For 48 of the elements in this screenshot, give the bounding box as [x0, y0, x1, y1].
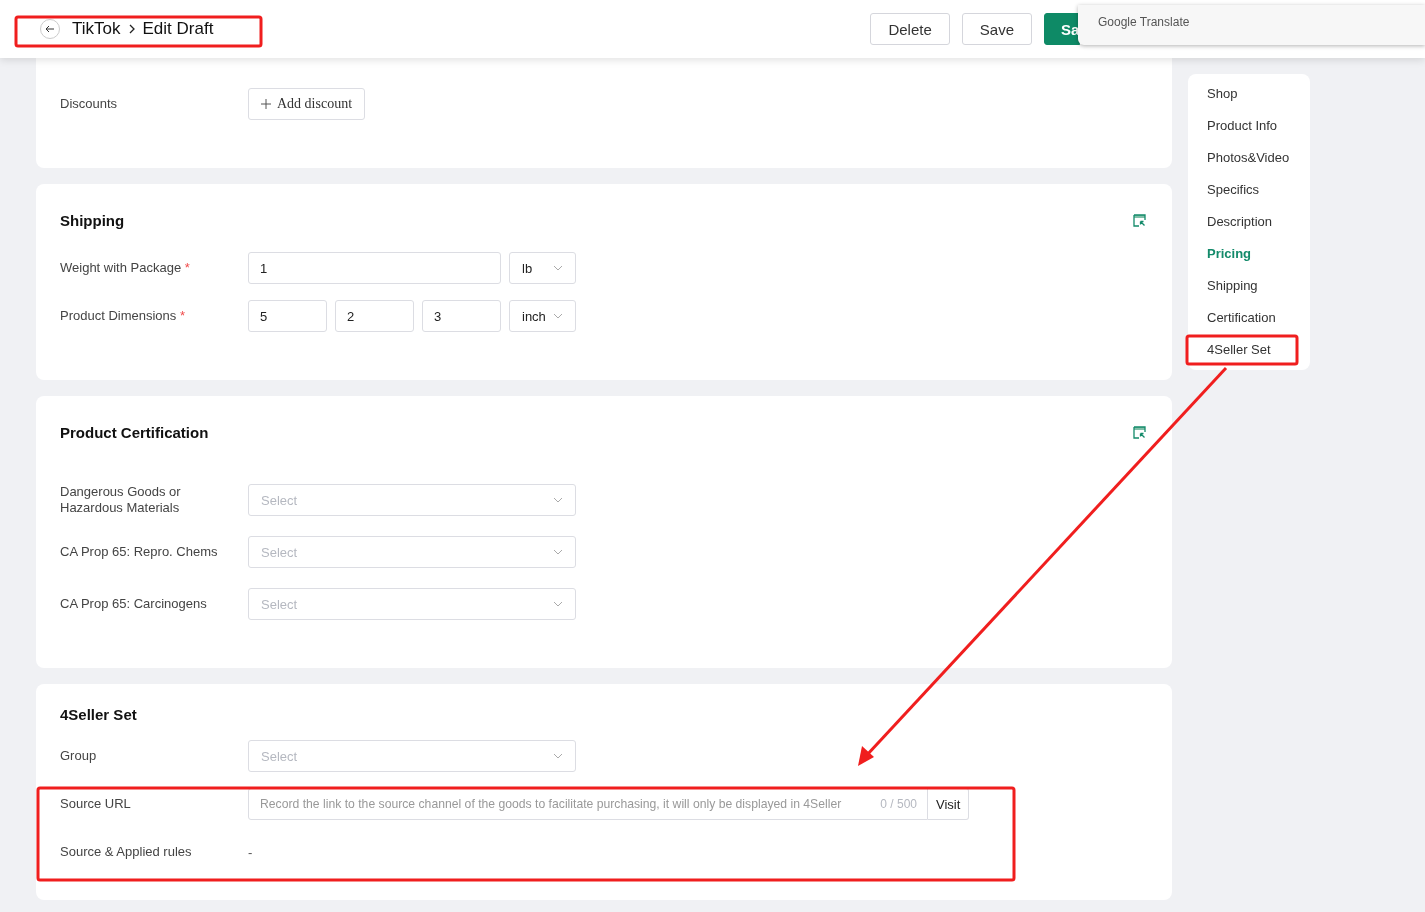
field-label: Group — [60, 748, 98, 764]
nav-item[interactable]: Shipping — [1188, 270, 1310, 302]
chevron-down-icon — [553, 313, 563, 319]
field-label: Source URL — [60, 796, 132, 812]
window-arrow-icon[interactable] — [1133, 425, 1146, 439]
chevron-down-icon — [553, 265, 563, 271]
chevron-down-icon — [553, 601, 563, 607]
field-label: Dangerous Goods or Hazardous Materials — [60, 484, 182, 516]
nav-item[interactable]: Product Info — [1188, 110, 1310, 142]
header-button[interactable]: Save — [961, 13, 1032, 45]
nav-item[interactable]: 4Seller Set — [1188, 334, 1310, 366]
unit-select[interactable]: lb — [509, 252, 576, 284]
nav-item[interactable]: Photos&Video — [1188, 142, 1310, 174]
visit-button[interactable]: Visit — [928, 788, 970, 820]
field-label: Discounts — [60, 96, 119, 112]
chevron-right-icon — [128, 24, 135, 34]
nav-item[interactable]: Pricing — [1188, 238, 1310, 270]
section-title: Product Certification — [60, 423, 209, 441]
window-arrow-icon[interactable] — [1133, 213, 1146, 227]
input-field[interactable]: 3 — [422, 300, 501, 332]
input-field[interactable]: 5 — [248, 300, 327, 332]
breadcrumb-item[interactable]: TikTok — [72, 19, 121, 39]
breadcrumb-item: Edit Draft — [142, 19, 214, 39]
nav-item[interactable]: Shop — [1188, 78, 1310, 110]
nav-item[interactable]: Description — [1188, 206, 1310, 238]
arrow-left-icon — [45, 25, 55, 33]
field-value: - — [248, 844, 253, 860]
chevron-down-icon — [553, 549, 563, 555]
unit-select[interactable]: inch — [509, 300, 576, 332]
field-label: Product Dimensions * — [60, 308, 186, 324]
primary-button[interactable]: Sa — [1044, 13, 1080, 45]
back-button[interactable] — [40, 19, 60, 39]
section-title: 4Seller Set — [60, 705, 137, 723]
field-label: Weight with Package * — [60, 260, 191, 276]
input-field[interactable]: 2 — [335, 300, 414, 332]
nav-item[interactable]: Certification — [1188, 302, 1310, 334]
add-discount-button[interactable]: Add discount — [248, 88, 366, 120]
translate-label: Google Translate — [1098, 15, 1190, 29]
plus-icon — [261, 99, 271, 109]
input-field[interactable]: 1 — [248, 252, 501, 284]
chevron-down-icon — [553, 753, 563, 759]
section-title: Shipping — [60, 211, 125, 229]
field-label: Source & Applied rules — [60, 844, 193, 860]
header-button[interactable]: Delete — [870, 13, 950, 45]
field-label: CA Prop 65: Carcinogens — [60, 596, 208, 612]
chevron-down-icon — [553, 497, 563, 503]
field-label: CA Prop 65: Repro. Chems — [60, 544, 219, 560]
nav-item[interactable]: Specifics — [1188, 174, 1310, 206]
